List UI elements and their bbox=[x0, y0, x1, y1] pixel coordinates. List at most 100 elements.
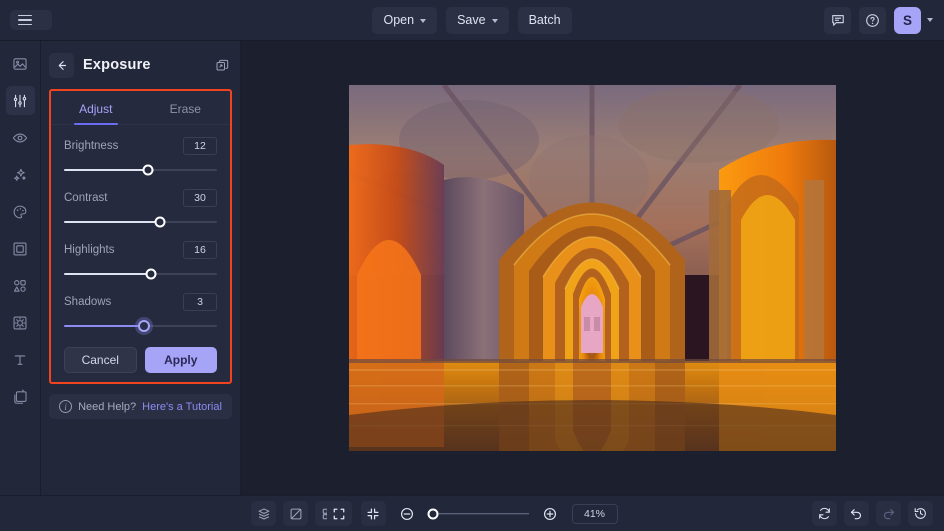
zoom-slider-track bbox=[429, 513, 529, 515]
sidebar-item-text[interactable] bbox=[6, 345, 35, 374]
zoom-out-button[interactable] bbox=[395, 501, 420, 526]
arrow-left-icon bbox=[55, 59, 68, 72]
history-controls bbox=[812, 501, 933, 526]
zoom-out-icon bbox=[399, 506, 415, 522]
contrast-slider[interactable] bbox=[64, 214, 217, 229]
layers-button[interactable] bbox=[251, 501, 276, 526]
avatar[interactable]: S bbox=[894, 7, 921, 34]
duplicate-layer-button[interactable] bbox=[215, 58, 230, 73]
tab-adjust-label: Adjust bbox=[79, 102, 112, 116]
image-icon bbox=[12, 56, 28, 72]
shadows-value[interactable]: 3 bbox=[183, 293, 217, 311]
slider-fill bbox=[64, 273, 151, 275]
sparkles-icon bbox=[12, 167, 28, 183]
contrast-label: Contrast bbox=[64, 192, 107, 204]
top-bar-actions: Open Save Batch bbox=[0, 0, 944, 40]
panel-action-buttons: Cancel Apply bbox=[51, 333, 230, 373]
text-icon bbox=[12, 352, 28, 368]
back-button[interactable] bbox=[49, 53, 74, 78]
comment-icon bbox=[831, 13, 845, 27]
account-chevron-down-icon[interactable] bbox=[927, 18, 933, 22]
zoom-slider-thumb[interactable] bbox=[427, 508, 438, 519]
reset-button[interactable] bbox=[812, 501, 837, 526]
info-icon: i bbox=[59, 400, 72, 413]
sidebar-item-retouch[interactable] bbox=[6, 123, 35, 152]
top-bar-right: S bbox=[824, 7, 944, 34]
zoom-level-value[interactable]: 41% bbox=[572, 504, 618, 524]
feedback-button[interactable] bbox=[824, 7, 851, 34]
save-button[interactable]: Save bbox=[446, 7, 509, 34]
sidebar-item-frame[interactable] bbox=[6, 234, 35, 263]
palette-icon bbox=[12, 204, 28, 220]
sidebar-item-filters[interactable] bbox=[6, 308, 35, 337]
slider-fill bbox=[64, 221, 160, 223]
hamburger-icon bbox=[18, 15, 32, 26]
open-label: Open bbox=[383, 13, 414, 27]
history-icon bbox=[913, 506, 928, 521]
control-brightness: Brightness 12 bbox=[51, 125, 230, 177]
shrink-icon bbox=[366, 507, 380, 521]
slider-thumb[interactable] bbox=[143, 164, 154, 175]
sidebar-item-elements[interactable] bbox=[6, 271, 35, 300]
brightness-slider[interactable] bbox=[64, 162, 217, 177]
exposure-panel: Exposure Adjust Erase bbox=[41, 41, 241, 495]
control-contrast: Contrast 30 bbox=[51, 177, 230, 229]
apply-button[interactable]: Apply bbox=[145, 347, 218, 373]
avatar-initial: S bbox=[903, 13, 912, 28]
sidebar-item-adjust[interactable] bbox=[6, 86, 35, 115]
cancel-button[interactable]: Cancel bbox=[64, 347, 137, 373]
zoom-slider[interactable] bbox=[429, 507, 529, 521]
help-button[interactable] bbox=[859, 7, 886, 34]
sidebar-item-paint[interactable] bbox=[6, 197, 35, 226]
redo-icon bbox=[881, 506, 896, 521]
page-title: Exposure bbox=[83, 57, 151, 73]
layers-stack-icon bbox=[257, 507, 271, 521]
control-highlights: Highlights 16 bbox=[51, 229, 230, 281]
save-label: Save bbox=[457, 13, 486, 27]
slider-thumb[interactable] bbox=[138, 320, 150, 332]
eye-icon bbox=[12, 130, 28, 146]
sidebar-item-effects[interactable] bbox=[6, 160, 35, 189]
highlights-value[interactable]: 16 bbox=[183, 241, 217, 259]
slider-thumb[interactable] bbox=[146, 268, 157, 279]
slider-fill bbox=[64, 169, 148, 171]
tab-adjust[interactable]: Adjust bbox=[51, 91, 141, 124]
help-tutorial-banner[interactable]: i Need Help? Here's a Tutorial bbox=[49, 394, 232, 419]
tab-erase[interactable]: Erase bbox=[141, 91, 231, 124]
fit-screen-button[interactable] bbox=[327, 501, 352, 526]
tutorial-link[interactable]: Here's a Tutorial bbox=[142, 401, 222, 413]
contrast-value[interactable]: 30 bbox=[183, 189, 217, 207]
frame-icon bbox=[12, 241, 28, 257]
batch-button[interactable]: Batch bbox=[518, 7, 572, 34]
zoom-controls: 41% bbox=[0, 501, 944, 526]
zoom-in-icon bbox=[542, 506, 558, 522]
sidebar-item-image[interactable] bbox=[6, 49, 35, 78]
app-menu-button[interactable] bbox=[10, 10, 52, 31]
highlights-label: Highlights bbox=[64, 244, 115, 256]
batch-label: Batch bbox=[529, 13, 561, 27]
shadows-slider[interactable] bbox=[64, 318, 217, 333]
history-button[interactable] bbox=[908, 501, 933, 526]
zoom-in-button[interactable] bbox=[538, 501, 563, 526]
canvas-area[interactable] bbox=[241, 41, 944, 495]
actual-size-button[interactable] bbox=[361, 501, 386, 526]
photo-canvas[interactable] bbox=[349, 85, 836, 451]
photo-editor-app: Open Save Batch bbox=[0, 0, 944, 531]
shapes-icon bbox=[12, 278, 28, 294]
open-button[interactable]: Open bbox=[372, 7, 437, 34]
question-circle-icon bbox=[865, 13, 880, 28]
sidebar-item-layers[interactable] bbox=[6, 382, 35, 411]
shadows-label: Shadows bbox=[64, 296, 111, 308]
photo-image bbox=[349, 85, 836, 451]
compare-icon bbox=[289, 507, 303, 521]
sliders-icon bbox=[12, 93, 28, 109]
highlights-slider[interactable] bbox=[64, 266, 217, 281]
slider-thumb[interactable] bbox=[155, 216, 166, 227]
slider-fill bbox=[64, 325, 144, 327]
exposure-controls-card: Adjust Erase Brightness 12 bbox=[49, 89, 232, 384]
compare-button[interactable] bbox=[283, 501, 308, 526]
panel-tabs: Adjust Erase bbox=[51, 91, 230, 125]
brightness-value[interactable]: 12 bbox=[183, 137, 217, 155]
undo-button[interactable] bbox=[844, 501, 869, 526]
redo-button[interactable] bbox=[876, 501, 901, 526]
